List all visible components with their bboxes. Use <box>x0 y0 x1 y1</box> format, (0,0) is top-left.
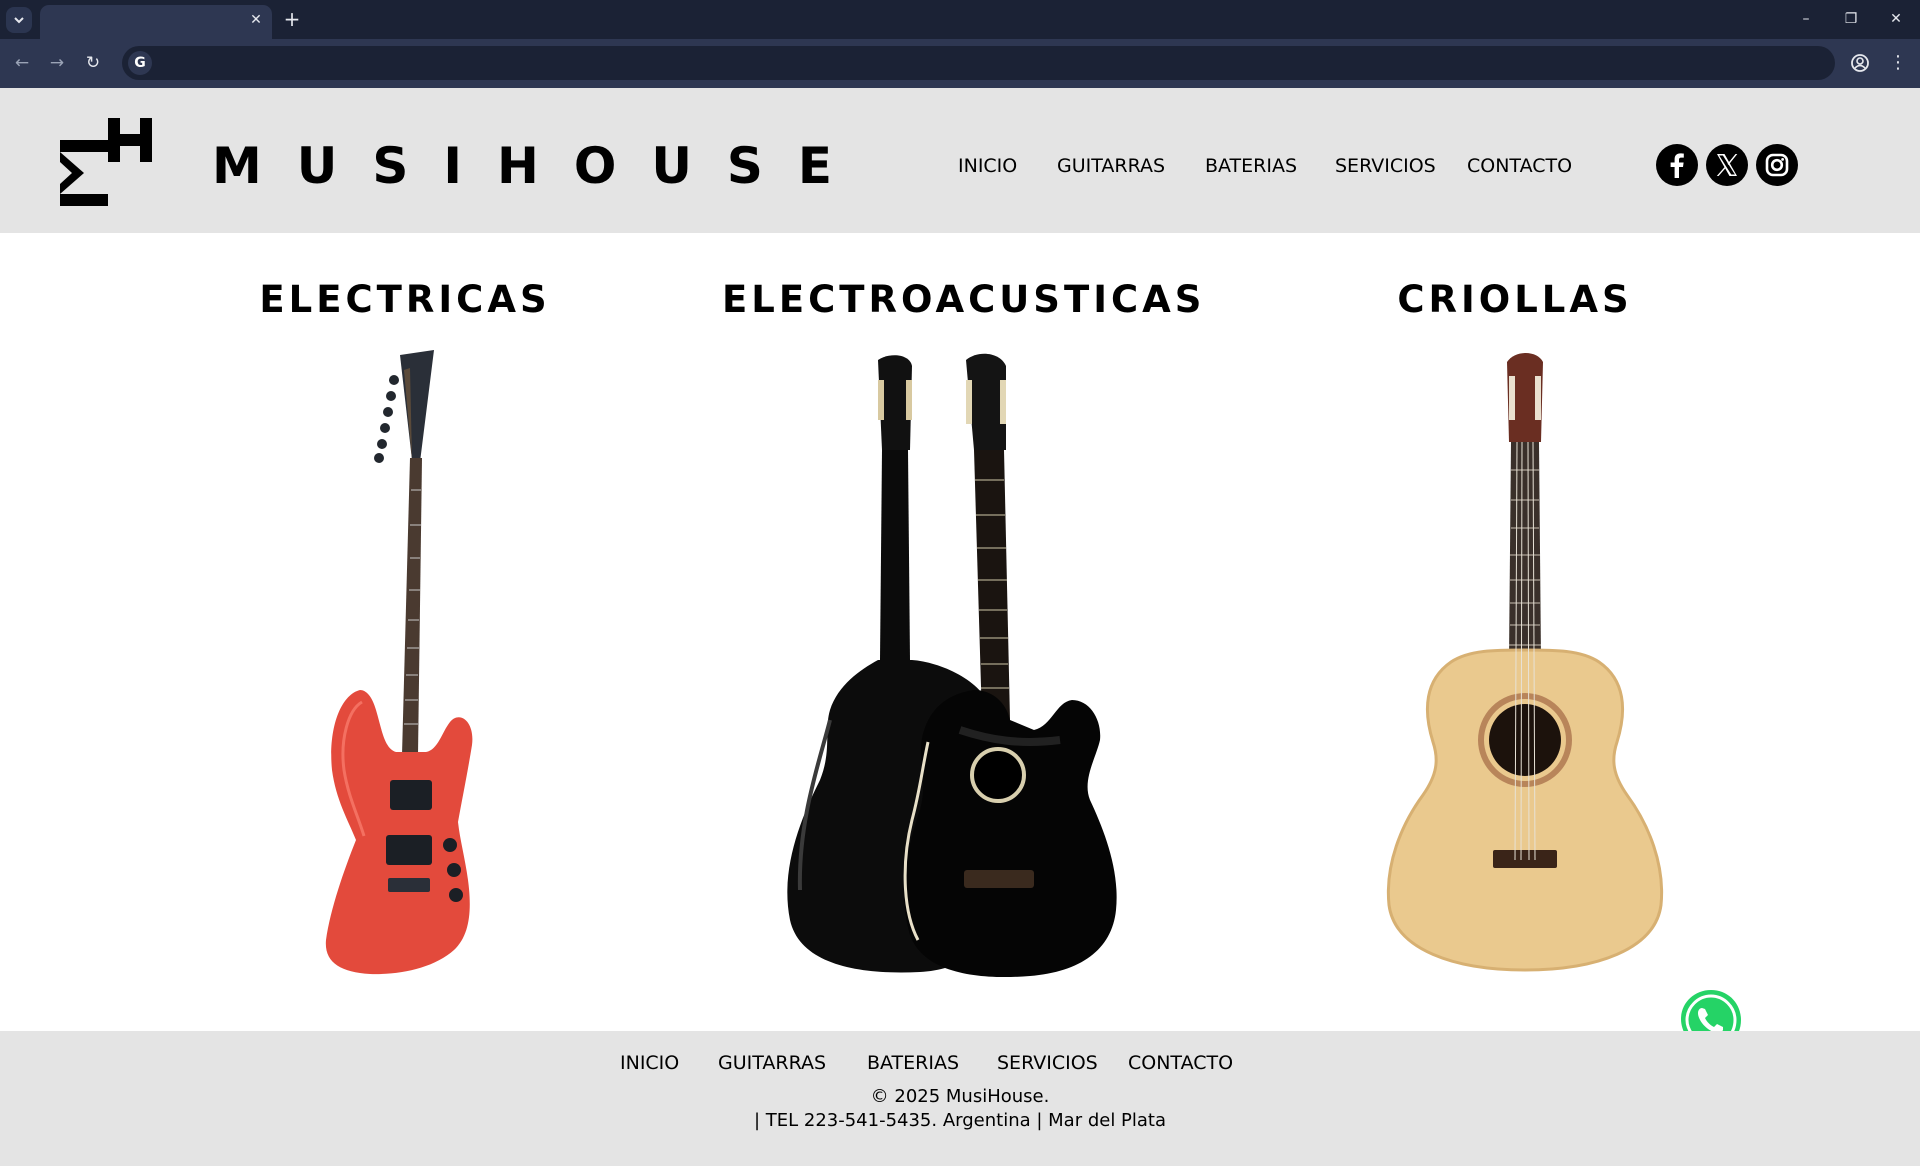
logo-mark[interactable] <box>58 118 154 208</box>
classical-guitar-image[interactable] <box>1375 350 1675 975</box>
nav-inicio[interactable]: INICIO <box>958 154 1017 178</box>
category-title-electricas[interactable]: ELECTRICAS <box>240 278 570 322</box>
footer-nav-baterias[interactable]: BATERIAS <box>867 1051 959 1075</box>
copyright-text: © 2025 MusiHouse. <box>870 1086 1050 1107</box>
profile-icon[interactable] <box>1847 50 1873 76</box>
footer-nav-servicios[interactable]: SERVICIOS <box>997 1051 1098 1075</box>
new-tab-button[interactable]: + <box>280 7 304 31</box>
browser-tab[interactable] <box>40 5 272 39</box>
tab-close-icon[interactable]: ✕ <box>244 10 268 30</box>
tab-search-icon[interactable] <box>6 7 32 33</box>
nav-servicios[interactable]: SERVICIOS <box>1335 154 1436 178</box>
electroacoustic-guitars-image[interactable] <box>760 350 1140 980</box>
brand-name[interactable]: MUSIHOUSE <box>212 136 867 196</box>
site-header: MUSIHOUSE INICIO GUITARRAS BATERIAS SERV… <box>0 88 1920 233</box>
contact-info: | TEL 223-541-5435. Argentina | Mar del … <box>753 1110 1167 1131</box>
minimize-button[interactable]: – <box>1786 6 1826 32</box>
x-twitter-icon[interactable] <box>1706 144 1748 186</box>
maximize-button[interactable]: ❐ <box>1831 6 1871 32</box>
google-icon: G <box>128 51 152 75</box>
footer-nav-contacto[interactable]: CONTACTO <box>1128 1051 1233 1075</box>
browser-toolbar: ← → ↻ G ☆ ⋮ <box>0 39 1920 88</box>
electric-guitar-image[interactable] <box>300 350 500 975</box>
nav-baterias[interactable]: BATERIAS <box>1205 154 1297 178</box>
back-button[interactable]: ← <box>8 49 36 77</box>
forward-button[interactable]: → <box>43 49 71 77</box>
reload-button[interactable]: ↻ <box>79 49 107 77</box>
footer-nav-inicio[interactable]: INICIO <box>620 1051 679 1075</box>
category-title-criollas[interactable]: CRIOLLAS <box>1360 278 1670 322</box>
footer-nav-guitarras[interactable]: GUITARRAS <box>718 1051 826 1075</box>
close-window-button[interactable]: ✕ <box>1876 6 1916 32</box>
menu-kebab-icon[interactable]: ⋮ <box>1885 50 1911 76</box>
category-title-electroacusticas[interactable]: ELECTROACUSTICAS <box>722 278 1201 322</box>
nav-contacto[interactable]: CONTACTO <box>1467 154 1572 178</box>
instagram-icon[interactable] <box>1756 144 1798 186</box>
nav-guitarras[interactable]: GUITARRAS <box>1057 154 1165 178</box>
address-bar[interactable]: G ☆ <box>122 46 1835 80</box>
facebook-icon[interactable] <box>1656 144 1698 186</box>
browser-tab-strip: ✕ + – ❐ ✕ <box>0 0 1920 39</box>
site-footer: INICIO GUITARRAS BATERIAS SERVICIOS CONT… <box>0 1031 1920 1166</box>
